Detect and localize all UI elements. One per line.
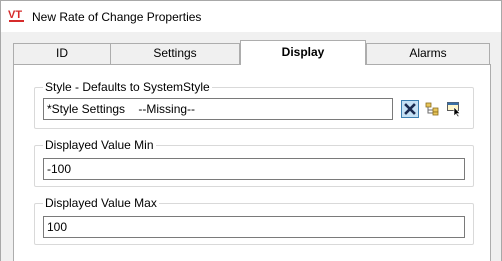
max-value-field[interactable]: 100	[43, 216, 465, 238]
tree-browse-icon	[425, 102, 439, 116]
tab-alarms[interactable]: Alarms	[366, 43, 490, 64]
select-pointer-icon	[447, 102, 461, 117]
browse-style-button[interactable]	[423, 100, 441, 118]
tab-id[interactable]: ID	[13, 43, 111, 64]
window-title: New Rate of Change Properties	[32, 10, 202, 24]
style-group-label: Style - Defaults to SystemStyle	[43, 80, 212, 94]
clear-style-button[interactable]	[401, 100, 419, 118]
svg-text:VT: VT	[8, 9, 22, 21]
tab-display[interactable]: Display	[240, 40, 366, 65]
vt-logo-icon: VT	[8, 8, 26, 24]
display-tab-panel: Style - Defaults to SystemStyle *Style S…	[13, 64, 491, 261]
tab-settings[interactable]: Settings	[110, 43, 240, 64]
clear-x-icon	[404, 103, 416, 115]
style-group: Style - Defaults to SystemStyle *Style S…	[34, 80, 474, 129]
max-value-label: Displayed Value Max	[43, 196, 159, 210]
max-value-group: Displayed Value Max 100	[34, 196, 474, 245]
properties-window: VT New Rate of Change Properties ID Sett…	[0, 0, 502, 261]
dialog-client-area: ID Settings Display Alarms Style - Defau…	[1, 32, 501, 261]
min-value-group: Displayed Value Min -100	[34, 138, 474, 187]
title-bar[interactable]: VT New Rate of Change Properties	[1, 1, 501, 32]
min-value-label: Displayed Value Min	[43, 138, 156, 152]
min-value-field[interactable]: -100	[43, 158, 465, 180]
select-style-button[interactable]	[445, 100, 463, 118]
style-field[interactable]: *Style Settings --Missing--	[43, 98, 393, 120]
